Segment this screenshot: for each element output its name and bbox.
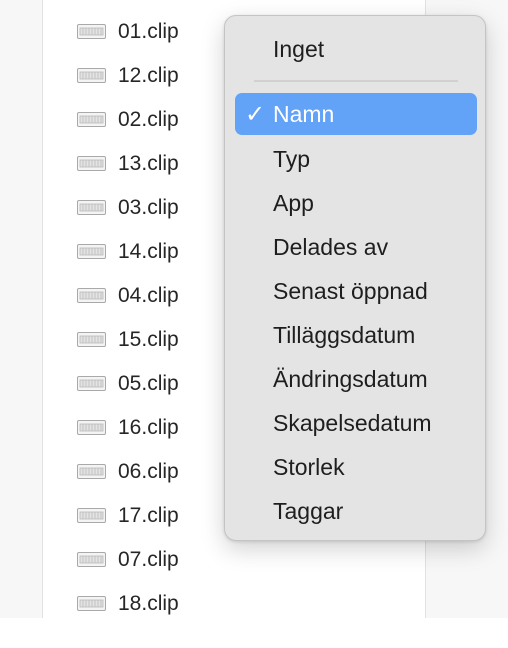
clip-file-icon bbox=[77, 508, 106, 523]
file-name: 07.clip bbox=[118, 548, 179, 571]
file-name: 17.clip bbox=[118, 504, 179, 527]
file-name: 06.clip bbox=[118, 460, 179, 483]
menu-item-label: Senast öppnad bbox=[273, 278, 428, 304]
clip-file-icon bbox=[77, 288, 106, 303]
menu-item-namn[interactable]: ✓ Namn bbox=[235, 93, 477, 135]
menu-item-label: Tilläggsdatum bbox=[273, 322, 416, 348]
menu-separator bbox=[254, 80, 458, 82]
file-name: 15.clip bbox=[118, 328, 179, 351]
menu-item-label: Storlek bbox=[273, 454, 345, 480]
clip-file-icon bbox=[77, 112, 106, 127]
menu-item-label: Inget bbox=[273, 36, 325, 62]
file-name: 18.clip bbox=[118, 592, 179, 615]
menu-item-delades-av[interactable]: Delades av bbox=[235, 226, 477, 268]
menu-item-typ[interactable]: Typ bbox=[235, 138, 477, 180]
clip-file-icon bbox=[77, 552, 106, 567]
clip-file-icon bbox=[77, 332, 106, 347]
clip-file-icon bbox=[77, 376, 106, 391]
menu-item-taggar[interactable]: Taggar bbox=[235, 490, 477, 532]
menu-item-skapelsedatum[interactable]: Skapelsedatum bbox=[235, 402, 477, 444]
menu-item-label: Taggar bbox=[273, 498, 344, 524]
menu-item-andringsdatum[interactable]: Ändringsdatum bbox=[235, 358, 477, 400]
clip-file-icon bbox=[77, 464, 106, 479]
file-name: 04.clip bbox=[118, 284, 179, 307]
clip-file-icon bbox=[77, 200, 106, 215]
file-name: 13.clip bbox=[118, 152, 179, 175]
menu-item-label: Typ bbox=[273, 146, 311, 172]
clip-file-icon bbox=[77, 244, 106, 259]
menu-item-tillaggsdatum[interactable]: Tilläggsdatum bbox=[235, 314, 477, 356]
menu-item-inget[interactable]: Inget bbox=[235, 28, 477, 70]
file-name: 16.clip bbox=[118, 416, 179, 439]
file-name: 02.clip bbox=[118, 108, 179, 131]
clip-file-icon bbox=[77, 596, 106, 611]
menu-item-app[interactable]: App bbox=[235, 182, 477, 224]
menu-item-senast-oppnad[interactable]: Senast öppnad bbox=[235, 270, 477, 312]
file-name: 01.clip bbox=[118, 20, 179, 43]
clip-file-icon bbox=[77, 156, 106, 171]
file-row[interactable]: 18.clip bbox=[43, 592, 425, 648]
clip-file-icon bbox=[77, 68, 106, 83]
menu-item-label: Delades av bbox=[273, 234, 389, 260]
clip-file-icon bbox=[77, 420, 106, 435]
menu-item-storlek[interactable]: Storlek bbox=[235, 446, 477, 488]
file-name: 03.clip bbox=[118, 196, 179, 219]
menu-item-label: App bbox=[273, 190, 314, 216]
menu-item-label: Ändringsdatum bbox=[273, 366, 428, 392]
sidebar-edge bbox=[0, 0, 43, 618]
sort-by-menu: Inget ✓ Namn Typ App Delades av Senast ö… bbox=[224, 15, 486, 541]
menu-item-label: Skapelsedatum bbox=[273, 410, 432, 436]
checkmark-icon: ✓ bbox=[245, 100, 266, 128]
file-name: 05.clip bbox=[118, 372, 179, 395]
clip-file-icon bbox=[77, 24, 106, 39]
file-name: 12.clip bbox=[118, 64, 179, 87]
menu-item-label: Namn bbox=[273, 101, 335, 127]
file-name: 14.clip bbox=[118, 240, 179, 263]
